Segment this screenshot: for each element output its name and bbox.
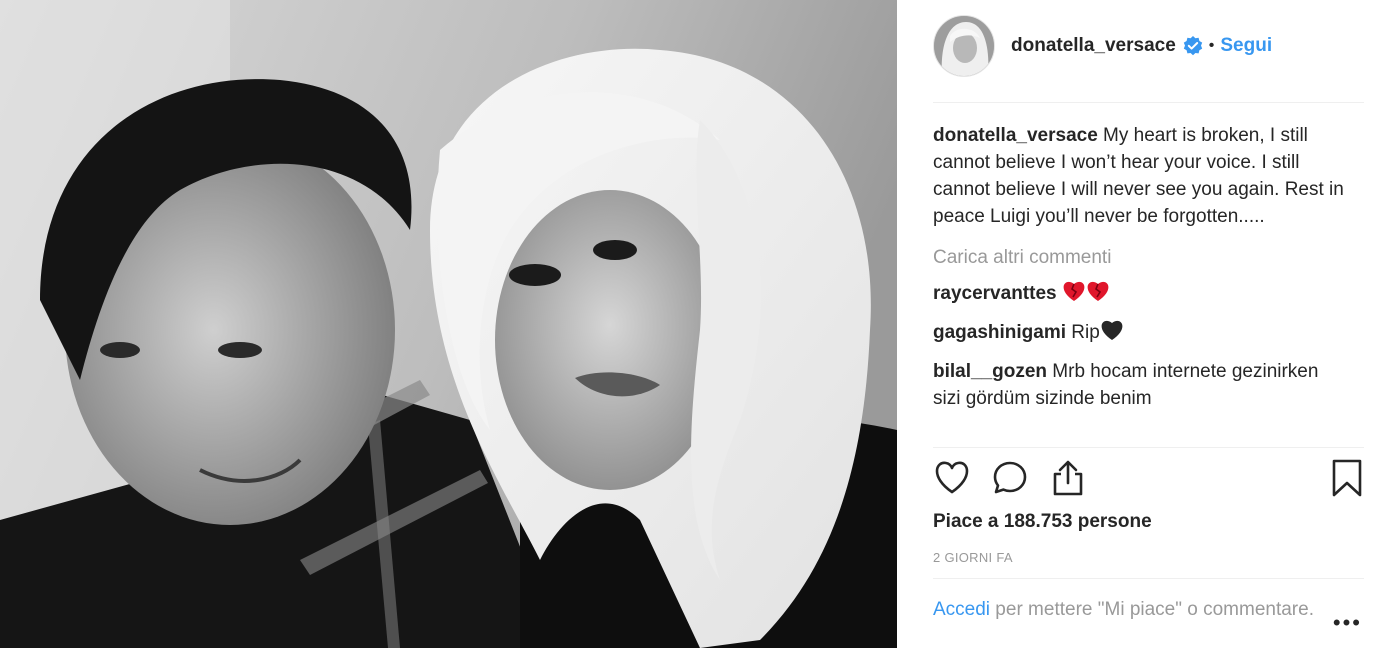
login-link[interactable]: Accedi [933, 599, 990, 620]
post-side-panel: donatella_versace • Segui donatella_vers… [897, 0, 1380, 648]
comment-username[interactable]: raycervanttes [933, 283, 1057, 304]
follow-button[interactable]: Segui [1220, 35, 1272, 57]
heart-outline-icon[interactable] [933, 458, 971, 498]
avatar-image [934, 16, 994, 76]
post-timestamp[interactable]: 2 GIORNI FA [933, 550, 1013, 565]
action-bar [933, 458, 1366, 500]
comment-bubble-icon[interactable] [991, 458, 1029, 498]
comment-item: raycervanttes [933, 280, 1344, 310]
caption-username[interactable]: donatella_versace [933, 125, 1098, 146]
post-photo[interactable] [0, 0, 897, 648]
avatar[interactable] [933, 15, 995, 77]
comment-username[interactable]: bilal__gozen [933, 361, 1047, 382]
more-options-icon[interactable]: ••• [1333, 610, 1362, 636]
broken-heart-icon [1086, 280, 1110, 310]
bookmark-icon[interactable] [1328, 458, 1366, 498]
share-icon[interactable] [1049, 458, 1087, 498]
login-prompt-text: per mettere "Mi piace" o commentare. [990, 599, 1314, 620]
verified-badge-icon [1183, 36, 1203, 56]
photo-image [0, 0, 897, 648]
black-heart-icon [1100, 319, 1124, 349]
comments-list: donatella_versace My heart is broken, I … [933, 122, 1344, 412]
login-prompt: Accedi per mettere "Mi piace" o commenta… [933, 596, 1330, 623]
divider [933, 102, 1364, 103]
post-header: donatella_versace • Segui [933, 14, 1362, 78]
comment-username[interactable]: gagashinigami [933, 322, 1066, 343]
broken-heart-icon [1062, 280, 1086, 310]
comment-item: gagashinigami Rip [933, 319, 1344, 349]
load-more-comments-button[interactable]: Carica altri commenti [933, 244, 1344, 271]
post-caption: donatella_versace My heart is broken, I … [933, 122, 1344, 230]
comment-item: bilal__gozen Mrb hocam internete gezinir… [933, 358, 1344, 412]
separator-dot: • [1208, 37, 1215, 54]
divider [933, 578, 1364, 579]
likes-count[interactable]: Piace a 188.753 persone [933, 511, 1152, 533]
divider [933, 447, 1364, 448]
username-link[interactable]: donatella_versace [1011, 35, 1176, 57]
comment-text: Rip [1066, 322, 1100, 343]
